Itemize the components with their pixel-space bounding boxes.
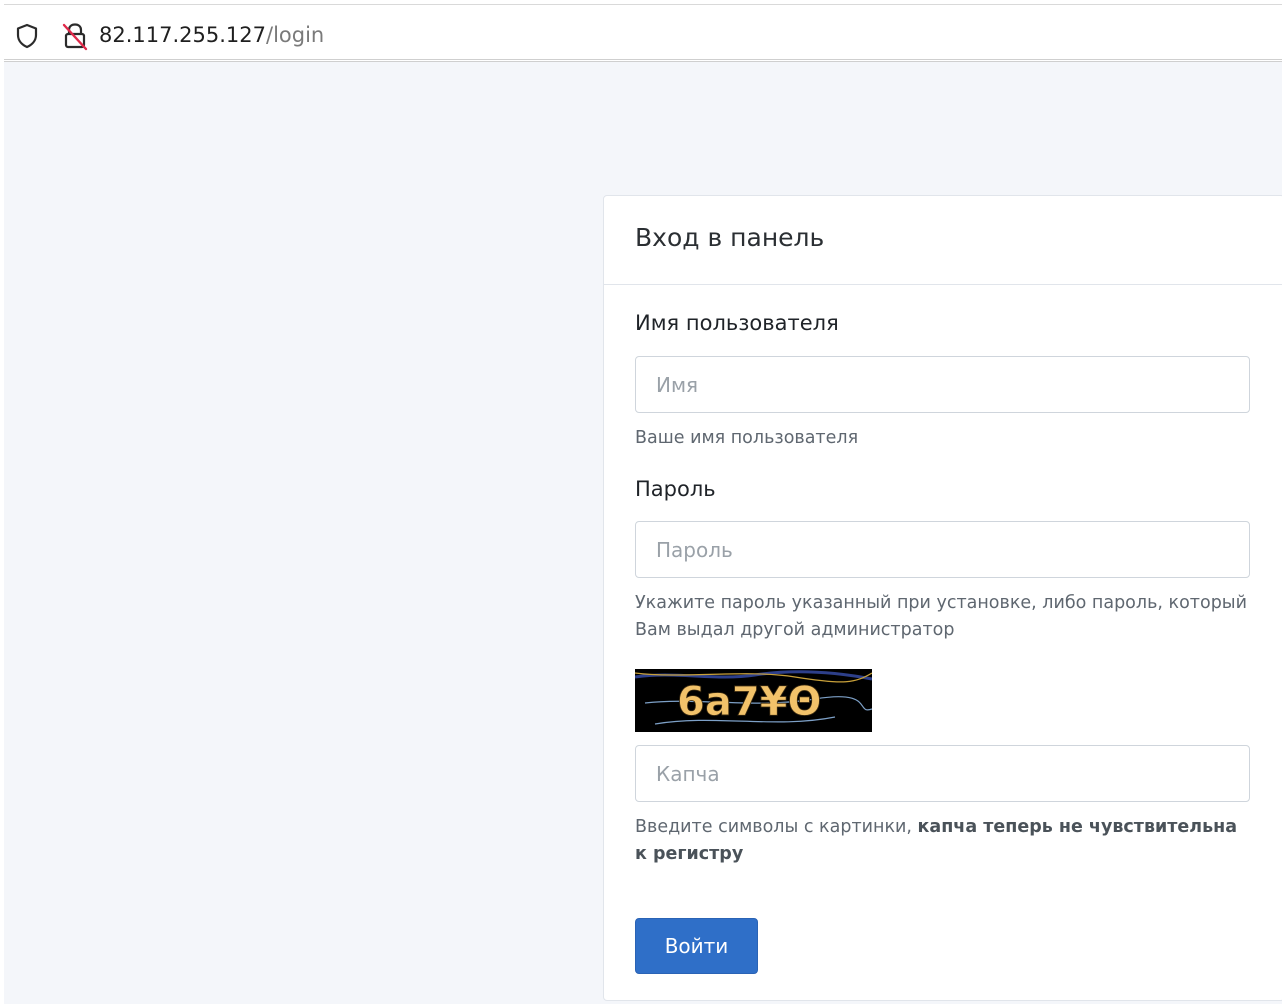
insecure-lock-icon[interactable] bbox=[61, 21, 89, 51]
password-input[interactable] bbox=[635, 521, 1250, 578]
username-input[interactable] bbox=[635, 356, 1250, 413]
shield-icon[interactable] bbox=[14, 22, 40, 50]
login-button[interactable]: Войти bbox=[635, 918, 758, 974]
captcha-input[interactable] bbox=[635, 745, 1250, 802]
captcha-glyphs: 6a7¥Θ bbox=[677, 679, 822, 725]
url-host: 82.117.255.127 bbox=[99, 23, 266, 47]
captcha-help: Введите символы с картинки, капча теперь… bbox=[635, 814, 1255, 868]
url-path: /login bbox=[266, 23, 325, 47]
login-card: Вход в панель Имя пользователя Ваше имя … bbox=[603, 195, 1282, 1001]
password-label: Пароль bbox=[635, 477, 716, 501]
browser-url-bar[interactable]: 82.117.255.127/login bbox=[4, 4, 1282, 62]
username-label: Имя пользователя bbox=[635, 311, 839, 335]
username-help: Ваше имя пользователя bbox=[635, 428, 859, 448]
page-title: Вход в панель bbox=[635, 223, 825, 252]
password-help: Укажите пароль указанный при установке, … bbox=[635, 593, 1247, 640]
captcha-help-text: Введите символы с картинки, bbox=[635, 817, 918, 837]
page-content: Вход в панель Имя пользователя Ваше имя … bbox=[4, 62, 1282, 1004]
url-text[interactable]: 82.117.255.127/login bbox=[99, 21, 324, 49]
captcha-image: 6a7¥Θ bbox=[635, 669, 872, 732]
card-header: Вход в панель bbox=[604, 196, 1282, 285]
